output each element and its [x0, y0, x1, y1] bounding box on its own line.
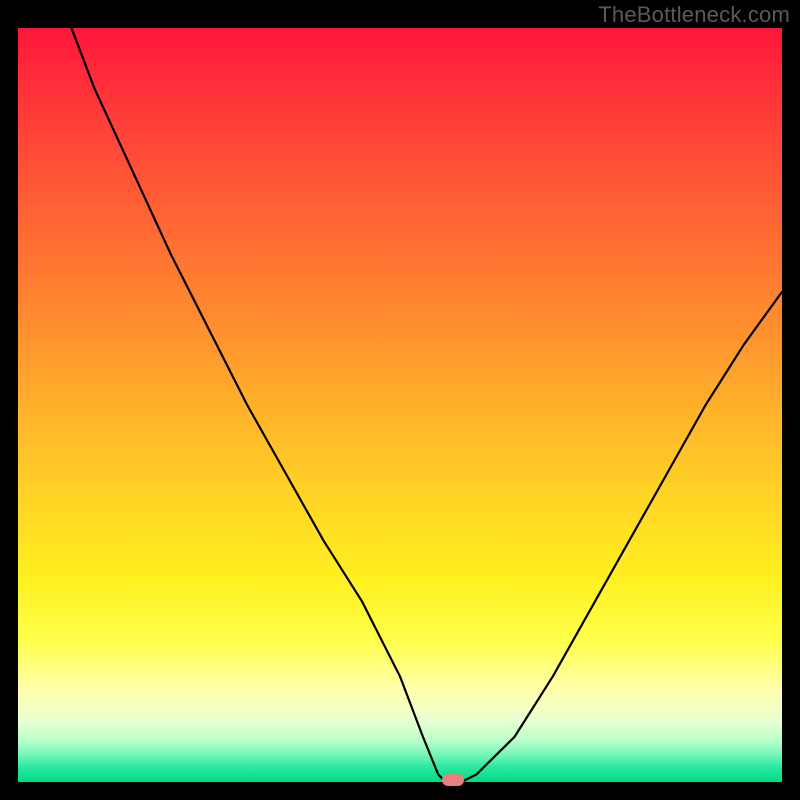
- bottleneck-curve: [18, 28, 782, 782]
- watermark-text: TheBottleneck.com: [598, 2, 790, 28]
- optimal-marker: [442, 774, 464, 786]
- plot-area: [18, 28, 782, 782]
- chart-frame: TheBottleneck.com: [0, 0, 800, 800]
- curve-path: [71, 28, 782, 782]
